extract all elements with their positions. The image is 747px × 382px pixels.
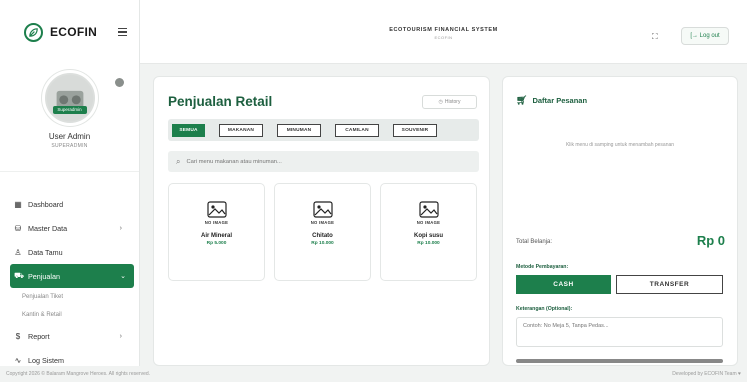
sidebar-item-label: Report	[28, 331, 50, 341]
logout-button[interactable]: [→ Log out	[681, 27, 729, 45]
user-profile: Superadmin User Admin SUPERADMIN	[0, 64, 139, 172]
users-icon: ♙	[14, 247, 22, 257]
product-card[interactable]: NO IMAGE Chitato Rp 10.000	[274, 183, 371, 281]
order-title: 🛒︎ Daftar Pesanan	[516, 95, 587, 106]
cash-button[interactable]: CASH	[516, 275, 611, 294]
settings-icon[interactable]	[115, 78, 124, 87]
no-image-label: NO IMAGE	[204, 220, 229, 225]
tab-makanan[interactable]: MAKANAN	[219, 123, 263, 137]
cart-icon: ⛟	[13, 271, 25, 280]
user-name: User Admin	[48, 132, 91, 141]
copyright-text: Copyright 2026 © Balaram Mangrove Heroes…	[6, 371, 151, 377]
clock-icon: ◷	[438, 99, 443, 105]
tab-semua[interactable]: SEMUA	[172, 123, 205, 137]
product-price: Rp 10.000	[311, 241, 334, 246]
fullscreen-icon[interactable]: ⛶	[652, 32, 658, 42]
sidebar-subitem-penjualan-tiket[interactable]: Penjualan Tiket	[0, 288, 140, 306]
search-input[interactable]	[186, 158, 447, 165]
no-image-label: NO IMAGE	[310, 220, 335, 225]
transfer-button[interactable]: TRANSFER	[616, 275, 723, 294]
sidebar-item-penjualan[interactable]: ⛟ Penjualan ⌄	[10, 264, 134, 288]
developer-credit: Developed by ECOFIN Team ♥	[672, 371, 741, 377]
product-name: Air Mineral	[200, 233, 232, 239]
menu-toggle-icon[interactable]	[118, 27, 128, 37]
image-placeholder-icon	[312, 201, 333, 218]
note-label: Keterangan (Optional):	[516, 306, 573, 312]
chevron-right-icon: ›	[119, 224, 122, 232]
avatar: Superadmin	[41, 70, 98, 126]
history-label: History	[444, 99, 461, 105]
product-grid: NO IMAGE Air Mineral Rp 5.000 NO IMAGE C…	[168, 183, 477, 281]
product-name: Kopi susu	[413, 233, 443, 239]
database-icon: ⛁	[14, 223, 22, 233]
product-price: Rp 5.000	[206, 241, 227, 246]
sidebar-item-data-tamu[interactable]: ♙ Data Tamu	[0, 240, 140, 264]
image-placeholder-icon	[206, 201, 227, 218]
chevron-right-icon: ›	[119, 332, 122, 340]
payment-method-label: Metode Pembayaran:	[516, 264, 569, 270]
brand: ECOFIN	[0, 0, 139, 64]
note-input[interactable]	[516, 317, 723, 347]
leaf-logo-icon	[24, 22, 43, 42]
empty-order-message: Klik menu di samping untuk menambah pesa…	[565, 142, 675, 148]
product-card[interactable]: NO IMAGE Air Mineral Rp 5.000	[168, 183, 265, 281]
sidebar-item-label: Dashboard	[28, 199, 64, 209]
user-role: SUPERADMIN	[51, 143, 88, 149]
order-title-label: Daftar Pesanan	[532, 96, 588, 105]
tab-camilan[interactable]: CAMILAN	[335, 123, 379, 137]
sidebar-item-report[interactable]: $ Report ›	[0, 324, 140, 348]
search-bar: ⌕	[168, 151, 479, 172]
chevron-down-icon: ⌄	[120, 273, 126, 280]
order-panel: 🛒︎ Daftar Pesanan Klik menu di samping u…	[502, 76, 738, 366]
top-header: ECOTOURISM FINANCIAL SYSTEM ECOFIN ⛶ [→ …	[140, 0, 747, 64]
sidebar-item-label: Master Data	[28, 223, 68, 233]
activity-icon: ∿	[14, 355, 22, 365]
sidebar-item-label: Log Sistem	[28, 355, 64, 365]
cart-icon: 🛒︎	[516, 95, 528, 105]
footer: Copyright 2026 © Balaram Mangrove Heroes…	[0, 366, 747, 382]
sidebar-item-master-data[interactable]: ⛁ Master Data ›	[0, 216, 140, 240]
tab-souvenir[interactable]: SOUVENIR	[393, 123, 437, 137]
tab-minuman[interactable]: MINUMAN	[277, 123, 321, 137]
category-tabs: SEMUA MAKANAN MINUMAN CAMILAN SOUVENIR	[168, 119, 479, 141]
no-image-label: NO IMAGE	[416, 220, 441, 225]
history-button[interactable]: ◷ History	[422, 95, 477, 109]
grid-icon: ▦	[14, 199, 22, 209]
total-value: Rp 0	[696, 233, 725, 248]
dollar-icon: $	[15, 331, 21, 341]
sidebar-item-label: Penjualan	[28, 271, 60, 281]
sidebar-item-label: Data Tamu	[28, 247, 63, 257]
sidebar-subitem-kantin-retail[interactable]: Kantin & Retail	[0, 306, 140, 324]
brand-name: ECOFIN	[50, 25, 98, 39]
search-icon: ⌕	[176, 156, 181, 166]
page-title: Penjualan Retail	[168, 94, 273, 109]
role-badge: Superadmin	[52, 106, 87, 114]
sidebar-item-dashboard[interactable]: ▦ Dashboard	[0, 192, 140, 216]
total-label: Total Belanja:	[516, 239, 553, 245]
sidebar-nav: ▦ Dashboard ⛁ Master Data › ♙ Data Tamu …	[0, 192, 140, 372]
retail-sales-panel: Penjualan Retail ◷ History SEMUA MAKANAN…	[153, 76, 490, 366]
checkout-button[interactable]	[516, 359, 723, 363]
product-card[interactable]: NO IMAGE Kopi susu Rp 10.000	[380, 183, 477, 281]
product-name: Chitato	[312, 233, 333, 239]
product-price: Rp 10.000	[417, 241, 440, 246]
sidebar: ECOFIN Superadmin User Admin SUPERADMIN …	[0, 0, 140, 366]
image-placeholder-icon	[418, 201, 439, 218]
